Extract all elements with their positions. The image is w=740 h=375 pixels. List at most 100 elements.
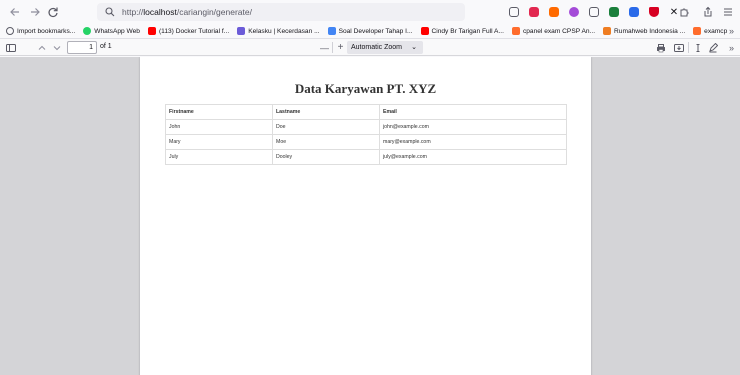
extension-green-icon[interactable] (607, 5, 621, 19)
bookmark-label: Rumahweb Indonesia ... (614, 27, 686, 35)
print-button[interactable] (655, 42, 666, 53)
navigation-toolbar: http://localhost/cariangin/generate/ ✕ (0, 0, 740, 24)
bookmark-label: examcp (704, 27, 728, 35)
table-row: John Doe john@example.com (165, 119, 567, 135)
cell-email: mary@example.com (379, 134, 567, 150)
bookmark-item[interactable]: Import bookmarks... (2, 27, 79, 35)
sidebar-icon (5, 43, 16, 52)
extension-orange-icon[interactable] (547, 5, 561, 19)
toolbar-divider (332, 42, 333, 53)
search-icon (105, 7, 115, 17)
pdf-toolbar: 1 of 1 — + Automatic Zoom ⌄ » (0, 39, 740, 56)
translate-icon[interactable] (627, 5, 641, 19)
cell-firstname: John (165, 119, 273, 135)
extension-red-icon[interactable] (527, 5, 541, 19)
column-header-lastname: Lastname (272, 104, 380, 120)
extension-purple-icon-glyph (569, 7, 579, 17)
forward-arrow-icon (31, 8, 40, 16)
bookmark-item[interactable]: Rumahweb Indonesia ... (599, 27, 689, 35)
text-cursor-icon (696, 43, 699, 52)
document-title: Data Karyawan PT. XYZ (294, 81, 437, 96)
bookmark-label: Import bookmarks... (17, 27, 76, 35)
shield-icon-glyph (589, 7, 599, 17)
address-bar[interactable]: http://localhost/cariangin/generate/ (97, 3, 465, 21)
bookmark-item[interactable]: Cindy Br Tarigan Full A... (417, 27, 508, 35)
bookmark-label: cpanel exam CPSP An... (522, 27, 596, 35)
youtube-icon (420, 27, 429, 35)
bookmark-label: (113) Docker Tutorial f... (158, 27, 230, 35)
hamburger-menu-icon (724, 8, 732, 16)
chevron-up-icon (38, 45, 45, 50)
back-arrow-icon (10, 8, 19, 16)
column-header-firstname: Firstname (165, 104, 273, 120)
rumahweb-icon (603, 27, 612, 35)
next-page-button[interactable] (51, 42, 62, 53)
shield-icon[interactable] (587, 5, 601, 19)
bookmark-item[interactable]: examcp (689, 27, 731, 35)
bookmark-label: Soal Developer Tahap I... (338, 27, 413, 35)
extensions-button[interactable] (676, 4, 692, 20)
kelasku-icon (237, 27, 246, 35)
zoom-select[interactable]: Automatic Zoom ⌄ (347, 41, 423, 54)
table-row: Mary Moe mary@example.com (165, 134, 567, 150)
youtube-icon (147, 27, 156, 35)
cell-email: john@example.com (379, 119, 567, 135)
bookmark-item[interactable]: Kelasku | Kecerdasan ... (233, 27, 323, 35)
pencil-icon (708, 42, 718, 52)
page-count: of 1 (100, 43, 112, 50)
toolbar-divider (688, 42, 689, 53)
pocket-icon[interactable] (507, 5, 521, 19)
pdf-page: Data Karyawan PT. XYZ Firstname Lastname… (140, 57, 591, 375)
back-button[interactable] (7, 4, 23, 20)
share-button[interactable] (700, 4, 716, 20)
url-path: /cariangin/generate/ (176, 7, 252, 17)
page-number-input[interactable]: 1 (67, 41, 97, 54)
reload-icon (48, 7, 58, 18)
puzzle-icon (680, 8, 689, 17)
vpn-icon-glyph (649, 7, 659, 17)
column-header-email: Email (379, 104, 567, 120)
sidebar-toggle-button[interactable] (5, 42, 16, 53)
bookmark-label: Kelasku | Kecerdasan ... (248, 27, 320, 35)
bookmark-item[interactable]: (113) Docker Tutorial f... (144, 27, 233, 35)
zoom-out-button[interactable]: — (319, 42, 330, 53)
employee-table: Firstname Lastname Email John Doe john@e… (165, 104, 567, 165)
translate-icon-glyph (629, 7, 639, 17)
bookmark-item[interactable]: Soal Developer Tahap I... (324, 27, 417, 35)
zoom-value: Automatic Zoom (351, 44, 402, 51)
more-tools-icon[interactable]: » (726, 42, 737, 53)
cell-lastname: Moe (272, 134, 380, 150)
bookmark-label: Cindy Br Tarigan Full A... (431, 27, 504, 35)
chevron-down-icon (53, 45, 60, 50)
reload-button[interactable] (45, 4, 61, 20)
extension-green-icon-glyph (609, 7, 619, 17)
text-tool-button[interactable] (692, 42, 703, 53)
pdf-viewer[interactable]: Data Karyawan PT. XYZ Firstname Lastname… (0, 57, 740, 375)
cell-lastname: Dooley (272, 149, 380, 165)
chevron-down-icon: ⌄ (411, 44, 417, 51)
save-button[interactable] (673, 42, 684, 53)
cell-email: july@example.com (379, 149, 567, 165)
whatsapp-icon (83, 27, 92, 35)
bookmark-item[interactable]: cpanel exam CPSP An... (508, 27, 599, 35)
previous-page-button[interactable] (36, 42, 47, 53)
docs-icon (327, 27, 336, 35)
cell-firstname: Mary (165, 134, 273, 150)
cpanel-icon (693, 27, 702, 35)
table-header-row: Firstname Lastname Email (165, 104, 567, 120)
printer-icon (656, 43, 665, 52)
bookmark-item[interactable]: WhatsApp Web (79, 27, 144, 35)
draw-tool-button[interactable] (707, 42, 718, 53)
vpn-icon[interactable] (647, 5, 661, 19)
bookmarks-toolbar: Import bookmarks... WhatsApp Web (113) Doc… (0, 24, 740, 39)
import-icon (6, 27, 14, 35)
cell-lastname: Doe (272, 119, 380, 135)
menu-button[interactable] (720, 4, 736, 20)
extension-purple-icon[interactable] (567, 5, 581, 19)
url-prefix: http:// (122, 7, 144, 17)
bookmarks-overflow-icon[interactable]: » (729, 26, 734, 36)
bookmark-label: WhatsApp Web (94, 27, 140, 35)
forward-button[interactable] (27, 4, 43, 20)
url-host: localhost (143, 7, 177, 17)
zoom-in-button[interactable]: + (335, 42, 346, 53)
